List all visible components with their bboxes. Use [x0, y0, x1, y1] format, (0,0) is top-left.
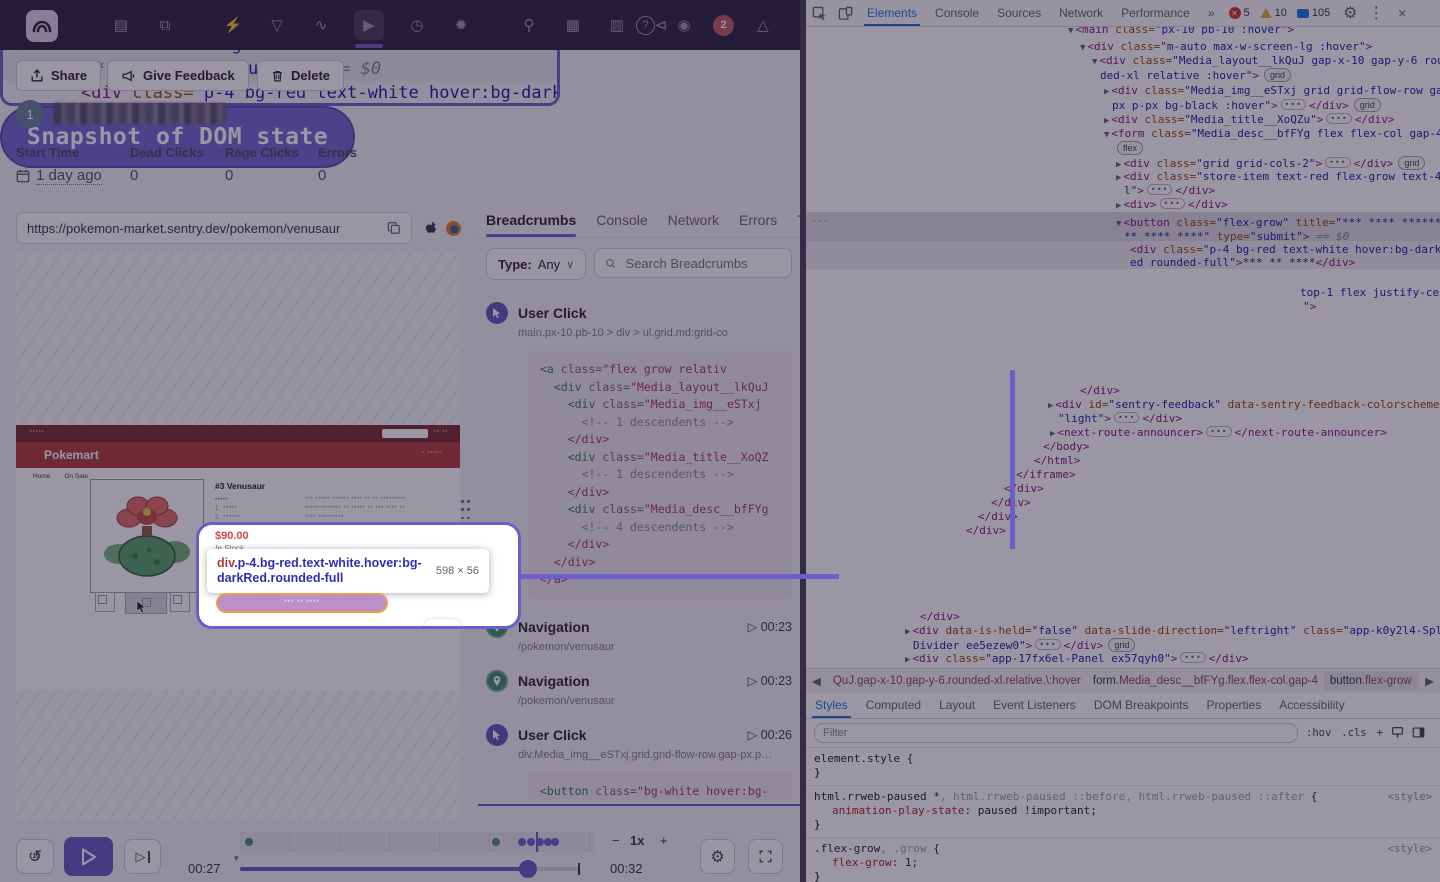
highlighted-buy-button[interactable]: *** ** **** [216, 593, 388, 613]
inspect-tooltip-selector: div.p-4.bg-red.text-white.hover:bg-darkR… [217, 556, 426, 586]
inspect-tooltip: div.p-4.bg-red.text-white.hover:bg-darkR… [207, 549, 489, 593]
dim-overlay [0, 0, 1440, 882]
product-price: $90.00 [215, 530, 249, 542]
inspect-tooltip-dimensions: 598 × 56 [436, 565, 479, 577]
page-feedback-pill [423, 618, 462, 629]
buy-button-masked-label: *** ** **** [284, 600, 319, 606]
annotation-connector-vertical [1010, 370, 1015, 549]
inspected-element-callout: $90.00 In Stock ··· div.p-4.bg-red.text-… [196, 522, 521, 629]
annotation-connector-horizontal [518, 574, 839, 579]
